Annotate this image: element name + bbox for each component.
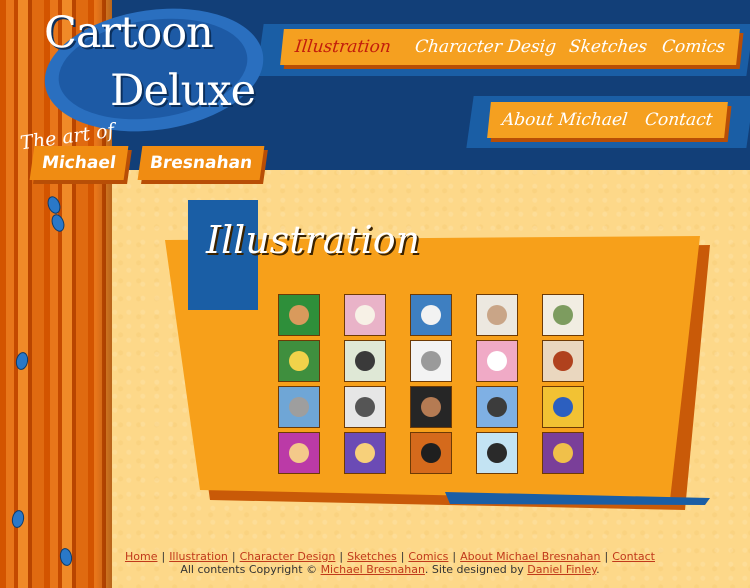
footer-link-character-design[interactable]: Character Design <box>240 550 336 563</box>
designed-by-prefix: . Site designed by <box>424 563 528 576</box>
copyright-prefix: All contents Copyright © <box>180 563 321 576</box>
footer-separator: | <box>161 550 166 563</box>
nav-illustration[interactable]: Illustration <box>280 29 406 65</box>
footer-link-about[interactable]: About Michael Bresnahan <box>460 550 600 563</box>
thumbnail-3[interactable] <box>410 294 452 336</box>
footer-link-sketches[interactable]: Sketches <box>347 550 397 563</box>
thumbnail-art-icon <box>553 397 573 417</box>
thumbnail-12[interactable] <box>344 386 386 428</box>
footer-separator: | <box>231 550 236 563</box>
footer-link-home[interactable]: Home <box>125 550 157 563</box>
thumbnail-7[interactable] <box>344 340 386 382</box>
thumbnail-art-icon <box>421 397 441 417</box>
nav-sketches[interactable]: Sketches <box>554 29 662 65</box>
footer-link-contact[interactable]: Contact <box>612 550 655 563</box>
footer-link-comics[interactable]: Comics <box>408 550 448 563</box>
nav-about[interactable]: About Michael <box>487 102 643 138</box>
footer-separator: | <box>400 550 405 563</box>
footer-suffix: . <box>596 563 600 576</box>
footer-links: Home | Illustration | Character Design | Sketc… <box>0 550 750 563</box>
thumbnail-art-icon <box>355 397 375 417</box>
thumbnail-11[interactable] <box>278 386 320 428</box>
thumbnail-1[interactable] <box>278 294 320 336</box>
logo-name-first: Michael <box>29 146 129 180</box>
thumbnail-art-icon <box>355 443 375 463</box>
thumbnail-art-icon <box>421 443 441 463</box>
footer-link-illustration[interactable]: Illustration <box>169 550 228 563</box>
thumbnail-4[interactable] <box>476 294 518 336</box>
thumbnail-art-icon <box>487 305 507 325</box>
logo-title-line2[interactable]: Deluxe <box>110 66 256 116</box>
thumbnail-art-icon <box>553 443 573 463</box>
logo-name-last: Bresnahan <box>137 146 265 180</box>
thumbnail-20[interactable] <box>542 432 584 474</box>
thumbnail-art-icon <box>487 351 507 371</box>
thumbnail-19[interactable] <box>476 432 518 474</box>
nav-comics[interactable]: Comics <box>647 29 740 65</box>
thumbnail-17[interactable] <box>344 432 386 474</box>
thumbnail-art-icon <box>289 443 309 463</box>
thumbnail-6[interactable] <box>278 340 320 382</box>
thumbnail-2[interactable] <box>344 294 386 336</box>
thumbnail-15[interactable] <box>542 386 584 428</box>
thumbnail-art-icon <box>553 351 573 371</box>
footer: Home | Illustration | Character Design | Sketc… <box>0 550 750 576</box>
thumbnail-art-icon <box>355 305 375 325</box>
thumbnail-9[interactable] <box>476 340 518 382</box>
thumbnail-13[interactable] <box>410 386 452 428</box>
thumbnail-art-icon <box>289 351 309 371</box>
thumbnail-10[interactable] <box>542 340 584 382</box>
thumbnail-art-icon <box>289 397 309 417</box>
thumbnail-art-icon <box>355 351 375 371</box>
footer-separator: | <box>452 550 457 563</box>
thumbnail-art-icon <box>487 397 507 417</box>
footer-link-owner[interactable]: Michael Bresnahan <box>321 563 425 576</box>
thumbnail-14[interactable] <box>476 386 518 428</box>
thumbnail-art-icon <box>553 305 573 325</box>
thumbnail-art-icon <box>487 443 507 463</box>
section-title: Illustration <box>206 218 421 262</box>
footer-copyright: All contents Copyright © Michael Bresnah… <box>0 563 750 576</box>
footer-separator: | <box>339 550 344 563</box>
nav-contact[interactable]: Contact <box>630 102 728 138</box>
thumbnail-5[interactable] <box>542 294 584 336</box>
logo-title-line1[interactable]: Cartoon <box>44 8 214 58</box>
thumbnail-18[interactable] <box>410 432 452 474</box>
thumbnail-art-icon <box>421 351 441 371</box>
thumbnail-16[interactable] <box>278 432 320 474</box>
thumbnail-8[interactable] <box>410 340 452 382</box>
thumbnail-art-icon <box>421 305 441 325</box>
footer-separator: | <box>604 550 609 563</box>
footer-link-designer[interactable]: Daniel Finley <box>527 563 596 576</box>
thumbnail-art-icon <box>289 305 309 325</box>
